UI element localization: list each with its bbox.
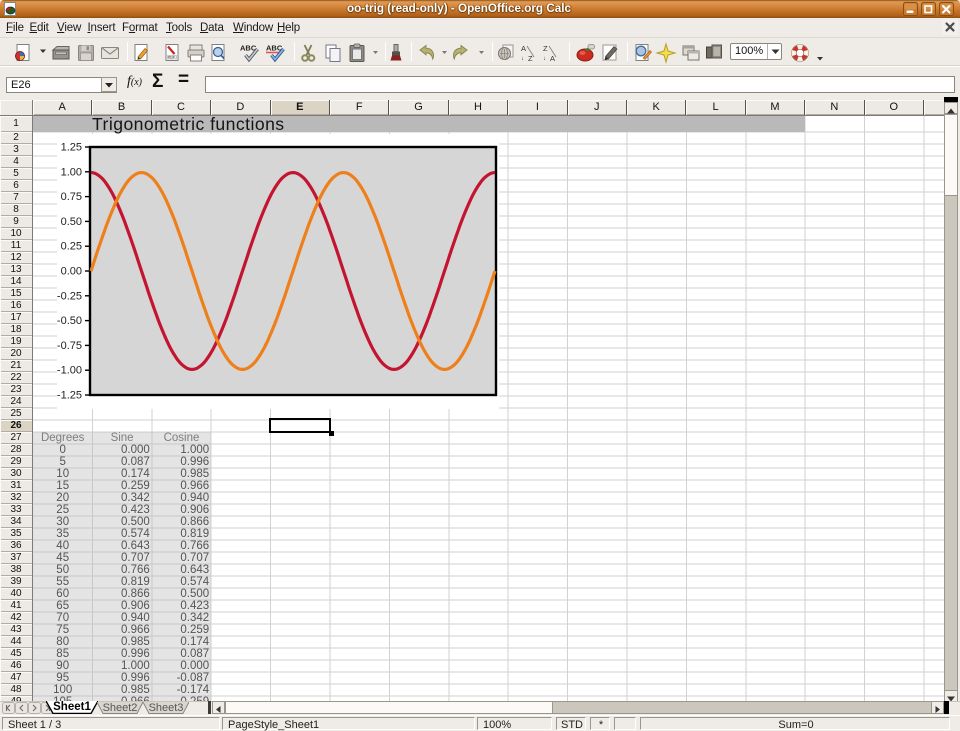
- svg-text:-1.25: -1.25: [57, 390, 82, 402]
- svg-text:PDF: PDF: [168, 56, 175, 60]
- svg-text:Z: Z: [543, 44, 548, 53]
- svg-text:Z: Z: [528, 54, 533, 63]
- svg-text:1.25: 1.25: [61, 142, 82, 154]
- svg-text:-0.75: -0.75: [57, 340, 82, 352]
- svg-text:↓: ↓: [521, 56, 524, 62]
- svg-text:A: A: [550, 54, 555, 63]
- svg-text:0.25: 0.25: [61, 241, 82, 253]
- svg-text:A: A: [521, 44, 526, 53]
- svg-text:1.00: 1.00: [61, 166, 82, 178]
- svg-text:-0.50: -0.50: [57, 315, 82, 327]
- svg-text:-0.25: -0.25: [57, 290, 82, 302]
- svg-text:0.00: 0.00: [61, 266, 82, 278]
- svg-text:0.75: 0.75: [61, 191, 82, 203]
- svg-text:↓: ↓: [543, 56, 546, 62]
- svg-text:0.50: 0.50: [61, 216, 82, 228]
- svg-text:-1.00: -1.00: [57, 365, 82, 377]
